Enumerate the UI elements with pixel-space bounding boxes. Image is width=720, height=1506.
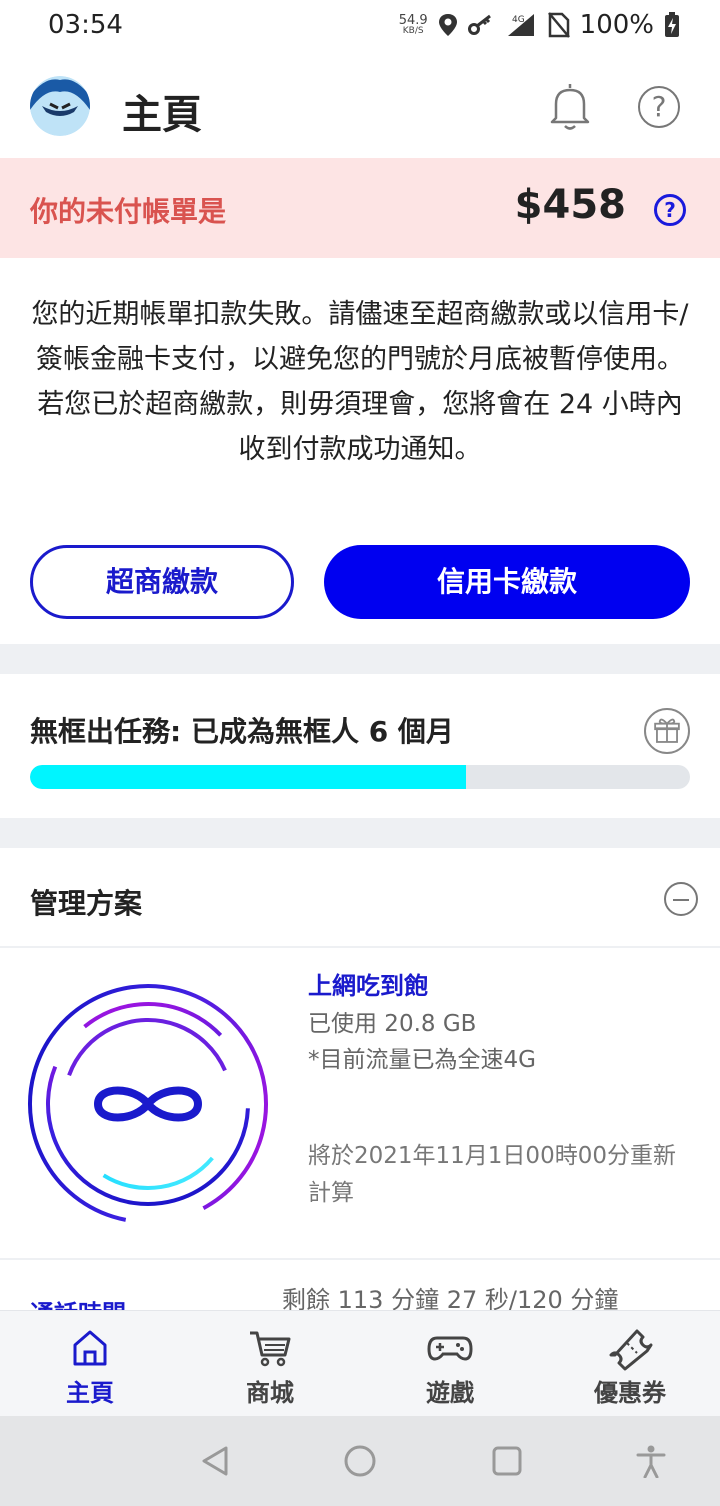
payment-notice: 您的近期帳單扣款失敗。請儘速至超商繳款或以信用卡/簽帳金融卡支付，以避免您的門號… (0, 258, 720, 644)
recents-icon[interactable] (490, 1444, 524, 1478)
no-sim-icon (547, 12, 570, 38)
accessibility-icon[interactable] (634, 1444, 668, 1478)
data-reset-time: 將於2021年11月1日00時00分重新計算 (308, 1143, 676, 1206)
divider (0, 946, 720, 948)
status-time: 03:54 (48, 10, 123, 40)
app-logo (30, 76, 90, 136)
svg-text:4G: 4G (512, 15, 525, 25)
help-icon[interactable]: ? (638, 86, 680, 128)
mission-progress-fill (30, 765, 466, 789)
unpaid-label: 你的未付帳單是 (30, 195, 227, 228)
data-used: 已使用 20.8 GB (308, 1011, 477, 1037)
data-plan-name: 上網吃到飽 (308, 972, 428, 1000)
plan-card: 管理方案 上網吃到飽 已使用 20.8 GB *目前流量已為全速4G 將於202… (0, 848, 720, 1314)
signal-4g-icon: 4G (507, 14, 534, 36)
mission-title: 無框出任務: 已成為無框人 6 個月 (30, 715, 454, 748)
gamepad-icon (427, 1336, 473, 1361)
location-icon (438, 14, 457, 36)
mission-card: 無框出任務: 已成為無框人 6 個月 (0, 674, 720, 818)
data-speed-note: *目前流量已為全速4G (308, 1047, 536, 1073)
key-icon (467, 14, 491, 35)
unpaid-bill-banner: 你的未付帳單是 $458 ? (0, 158, 720, 258)
collapse-icon[interactable] (664, 882, 698, 916)
home-icon (73, 1330, 107, 1366)
battery-charging-icon (665, 12, 679, 37)
cart-icon (250, 1331, 291, 1367)
page-title: 主頁 (122, 92, 202, 138)
notification-bell-icon[interactable] (546, 80, 594, 132)
convenience-store-pay-button[interactable]: 超商繳款 (30, 545, 294, 619)
status-icons: 54.9 KB/S 4G 100% (399, 10, 680, 40)
nav-shop[interactable]: 商城 (210, 1325, 330, 1408)
nav-home[interactable]: 主頁 (30, 1325, 150, 1408)
app-header: 主頁 ? (0, 56, 720, 158)
ticket-icon (609, 1329, 653, 1371)
network-speed: 54.9 KB/S (398, 13, 428, 36)
bottom-nav: 主頁 商城 遊戲 優惠券 (0, 1310, 720, 1416)
divider (0, 1258, 720, 1260)
gift-icon[interactable] (644, 708, 690, 754)
plan-title: 管理方案 (30, 887, 143, 920)
back-icon[interactable] (198, 1444, 232, 1478)
unlimited-data-icon (28, 984, 269, 1224)
mission-progress-bar (30, 765, 690, 789)
battery-percent: 100% (579, 10, 654, 40)
status-bar: 03:54 54.9 KB/S 4G 100% (0, 0, 720, 56)
home-circle-icon[interactable] (343, 1444, 377, 1478)
nav-games[interactable]: 遊戲 (390, 1325, 510, 1408)
unpaid-amount: $458 (514, 182, 626, 228)
unpaid-help-icon[interactable]: ? (654, 194, 686, 226)
system-navigation-bar (0, 1416, 720, 1506)
nav-coupons[interactable]: 優惠券 (570, 1325, 690, 1408)
credit-card-pay-button[interactable]: 信用卡繳款 (324, 545, 690, 619)
notice-text: 您的近期帳單扣款失敗。請儘速至超商繳款或以信用卡/簽帳金融卡支付，以避免您的門號… (31, 299, 689, 465)
